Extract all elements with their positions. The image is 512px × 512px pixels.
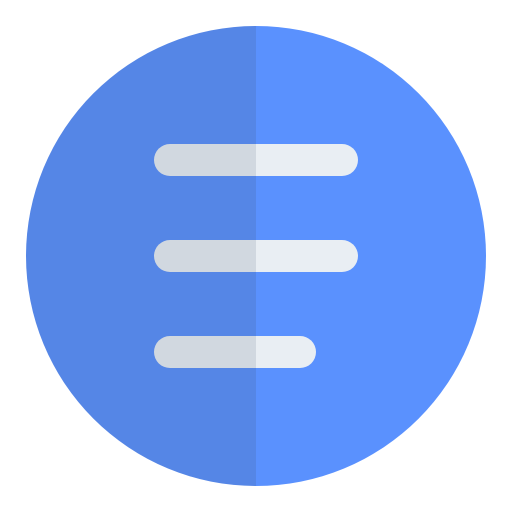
menu-icon[interactable] (0, 0, 512, 512)
menu-line-bottom (154, 336, 316, 368)
icon-canvas (0, 0, 512, 512)
menu-line-middle (154, 240, 358, 272)
menu-line-top (154, 144, 358, 176)
